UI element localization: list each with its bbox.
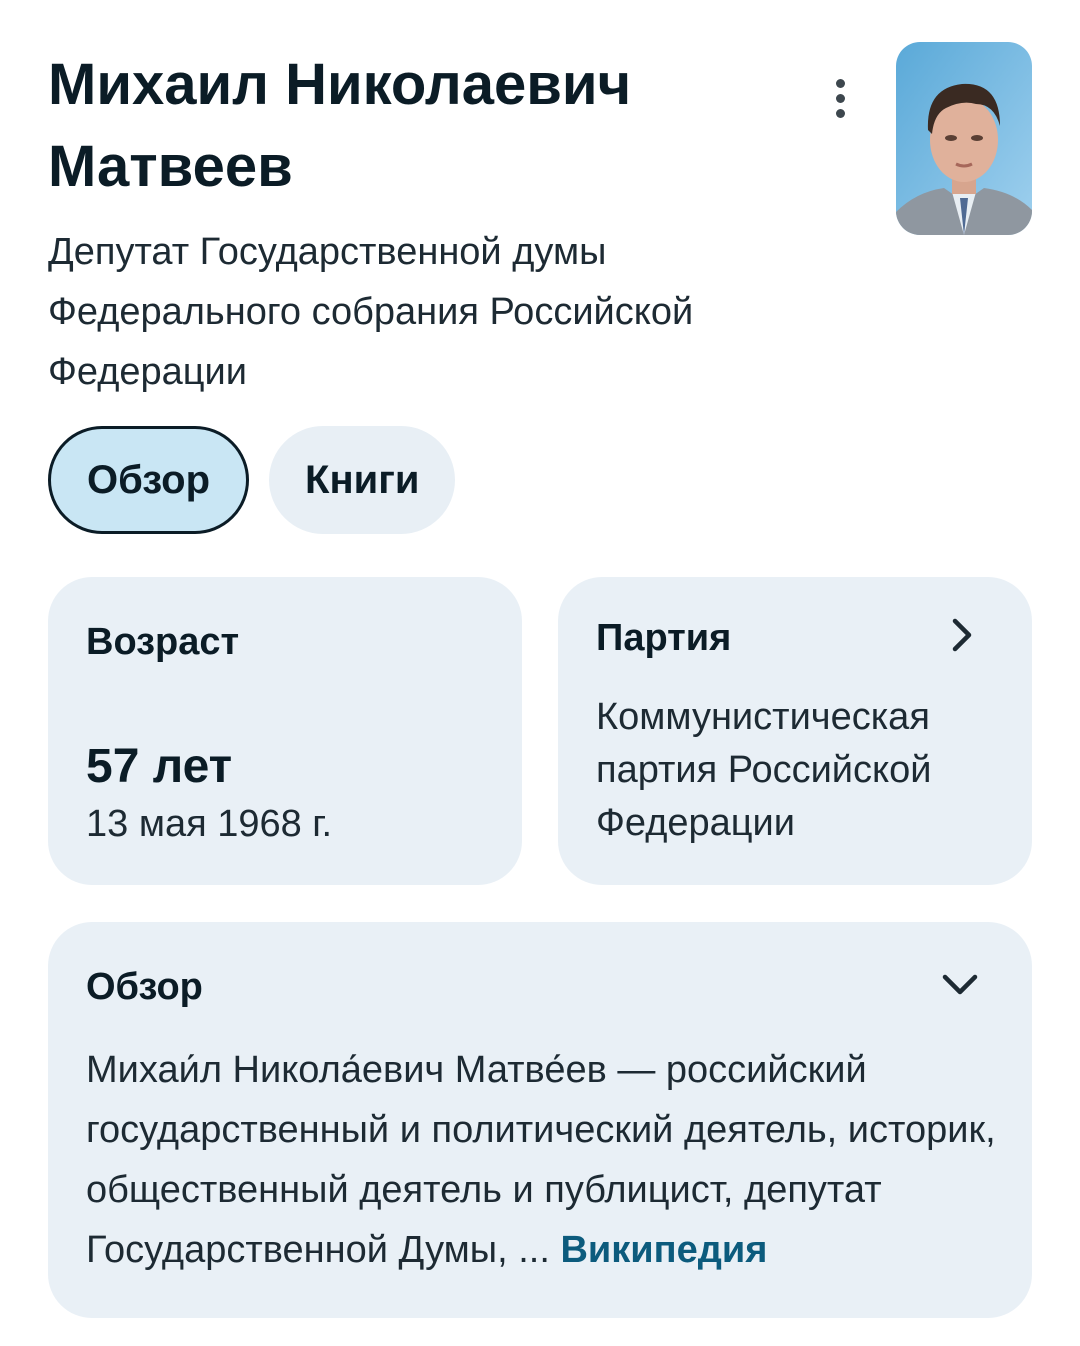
chevron-down-icon[interactable] <box>940 964 980 1004</box>
portrait-image <box>896 42 1032 235</box>
overview-text: Михаи́л Никола́евич Матве́ев — российски… <box>86 1040 1016 1280</box>
more-vert-icon <box>835 78 845 88</box>
page-subtitle: Депутат Государственной думы Федеральног… <box>48 231 694 393</box>
overview-card: Обзор Михаи́л Никола́евич Матве́ев — рос… <box>48 922 1032 1318</box>
page-title: Михаил Николаевич Матвеев <box>48 52 632 199</box>
tab-overview[interactable]: Обзор <box>48 426 250 534</box>
portrait-photo[interactable] <box>896 42 1032 235</box>
overview-snippet: Михаи́л Никола́евич Матве́ев — российски… <box>86 1049 996 1271</box>
more-vert-icon-dot <box>835 108 845 118</box>
party-value: Коммунистическая партия Российской Федер… <box>596 696 932 844</box>
chevron-right-icon <box>952 618 972 652</box>
party-card-label: Партия <box>596 617 732 659</box>
age-value: 57 лет <box>86 740 233 793</box>
age-card: Возраст 57 лет 13 мая 1968 г. <box>48 577 522 885</box>
party-card[interactable]: Партия Коммунистическая партия Российско… <box>558 577 1032 885</box>
tab-books[interactable]: Книги <box>269 426 456 534</box>
overview-card-label: Обзор <box>86 966 203 1008</box>
birth-date: 13 мая 1968 г. <box>86 803 333 845</box>
tab-bar: Обзор Книги <box>48 426 456 534</box>
age-card-label: Возраст <box>86 621 240 663</box>
more-options-button[interactable] <box>812 70 868 126</box>
wikipedia-link[interactable]: Википедия <box>560 1229 767 1271</box>
more-vert-icon-dot <box>835 93 845 103</box>
